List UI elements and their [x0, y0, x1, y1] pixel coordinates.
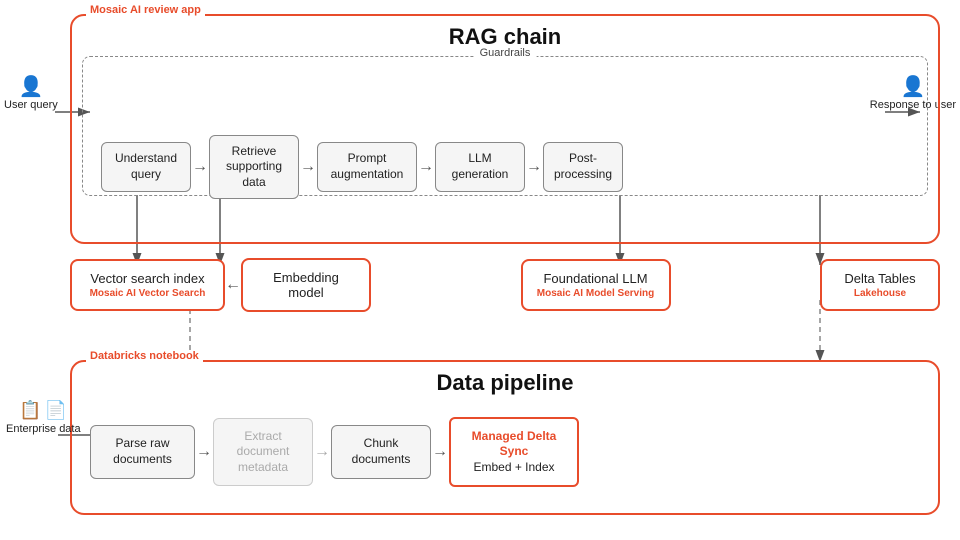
step-prompt-label: Promptaugmentation [331, 151, 404, 181]
step-retrieve: Retrievesupportingdata [209, 135, 299, 200]
dp-managed-label: Managed Delta Sync [472, 429, 557, 459]
arrow-1: → [191, 158, 209, 176]
delta-tables-label: Delta Tables [844, 271, 915, 286]
step-post-label: Post-processing [554, 151, 612, 181]
delta-sublabel: Lakehouse [836, 288, 924, 299]
step-llm-label: LLMgeneration [452, 151, 509, 181]
rag-steps: Understandquery → Retrievesupportingdata… [101, 112, 909, 222]
vector-search-sublabel: Mosaic AI Vector Search [86, 288, 209, 299]
dp-title: Data pipeline [72, 370, 938, 396]
embedding-box: Embedding model [241, 258, 371, 312]
dp-chunk-label: Chunkdocuments [352, 436, 411, 466]
dp-managed: Managed Delta Sync Embed + Index [449, 417, 579, 488]
data-pipeline-container: Databricks notebook Data pipeline Parse … [70, 360, 940, 515]
table-icon: 📋 [19, 400, 41, 421]
arrow-2: → [299, 158, 317, 176]
arrow-4: → [525, 158, 543, 176]
enterprise-data: 📋 📄 Enterprise data [6, 400, 81, 435]
arrow-3: → [417, 158, 435, 176]
rag-chain-container: Mosaic AI review app RAG chain Guardrail… [70, 14, 940, 244]
guardrails-box: Guardrails Understandquery → Retrievesup… [82, 56, 928, 196]
foundational-box: Foundational LLM Mosaic AI Model Serving [521, 259, 671, 311]
guardrails-label: Guardrails [474, 47, 537, 59]
user-query-label: User query [4, 99, 58, 111]
dp-arrow-1: → [195, 443, 213, 461]
dp-steps: Parse rawdocuments → Extractdocumentmeta… [90, 407, 920, 497]
person-icon: 👤 [18, 76, 43, 98]
step-understand-label: Understandquery [115, 151, 177, 181]
dp-embed-label: Embed + Index [473, 460, 554, 474]
step-retrieve-label: Retrievesupportingdata [226, 144, 282, 189]
dp-extract-label: Extractdocumentmetadata [237, 429, 290, 474]
diagram: 👤 User query 👤 Response to user Mosaic A… [0, 0, 960, 540]
foundational-label: Foundational LLM [543, 271, 647, 286]
dp-arrow-2: → [313, 443, 331, 461]
vector-search-box: Vector search index Mosaic AI Vector Sea… [70, 259, 225, 311]
enterprise-icons: 📋 📄 [6, 400, 81, 421]
rag-app-label: Mosaic AI review app [86, 4, 205, 16]
dp-extract: Extractdocumentmetadata [213, 418, 313, 487]
middle-row: Vector search index Mosaic AI Vector Sea… [70, 258, 940, 312]
dp-chunk: Chunkdocuments [331, 425, 431, 478]
embedding-label: Embedding model [273, 270, 339, 300]
vector-search-label: Vector search index [90, 271, 204, 286]
dp-parse-label: Parse rawdocuments [113, 436, 172, 466]
step-post: Post-processing [543, 142, 623, 191]
step-llm: LLMgeneration [435, 142, 525, 191]
arrow-mid-1: ← [225, 276, 241, 294]
enterprise-label: Enterprise data [6, 423, 81, 435]
delta-tables-box: Delta Tables Lakehouse [820, 259, 940, 311]
user-query: 👤 User query [4, 74, 58, 111]
dp-notebook-label: Databricks notebook [86, 350, 203, 362]
foundational-sublabel: Mosaic AI Model Serving [537, 288, 655, 299]
dp-arrow-3: → [431, 443, 449, 461]
dp-parse: Parse rawdocuments [90, 425, 195, 478]
step-prompt: Promptaugmentation [317, 142, 417, 191]
step-understand: Understandquery [101, 142, 191, 191]
doc-icon: 📄 [45, 400, 67, 421]
